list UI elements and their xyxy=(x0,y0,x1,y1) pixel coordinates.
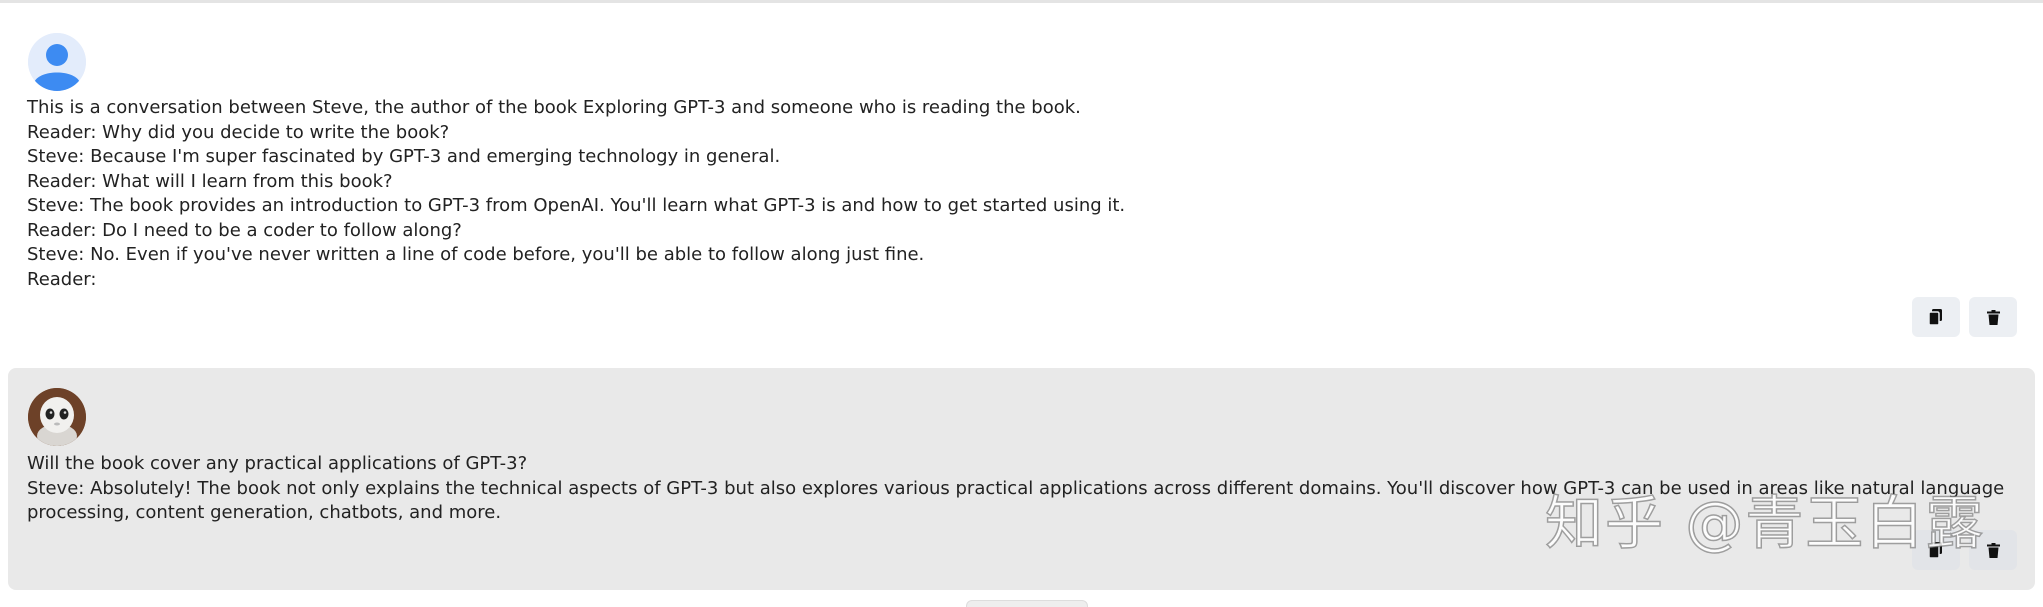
user-icon xyxy=(28,33,86,91)
delete-button[interactable] xyxy=(1969,530,2017,570)
copy-button[interactable] xyxy=(1912,297,1960,337)
copy-icon xyxy=(1929,309,1942,325)
copy-button[interactable] xyxy=(1912,530,1960,570)
trash-icon xyxy=(1986,542,2000,558)
scroll-to-bottom-button[interactable] xyxy=(966,600,1088,607)
user-message-text: This is a conversation between Steve, th… xyxy=(27,97,1126,290)
top-divider xyxy=(0,0,2043,3)
robot-icon xyxy=(28,388,86,446)
assistant-avatar xyxy=(28,388,86,446)
user-avatar xyxy=(28,33,86,91)
assistant-message-text: Will the book cover any practical applic… xyxy=(27,453,2005,523)
trash-icon xyxy=(1986,309,2000,325)
copy-icon xyxy=(1929,542,1942,558)
chat-page: This is a conversation between Steve, th… xyxy=(0,0,2043,607)
user-message: This is a conversation between Steve, th… xyxy=(0,10,2043,355)
delete-button[interactable] xyxy=(1969,297,2017,337)
assistant-message: Will the book cover any practical applic… xyxy=(8,368,2035,590)
